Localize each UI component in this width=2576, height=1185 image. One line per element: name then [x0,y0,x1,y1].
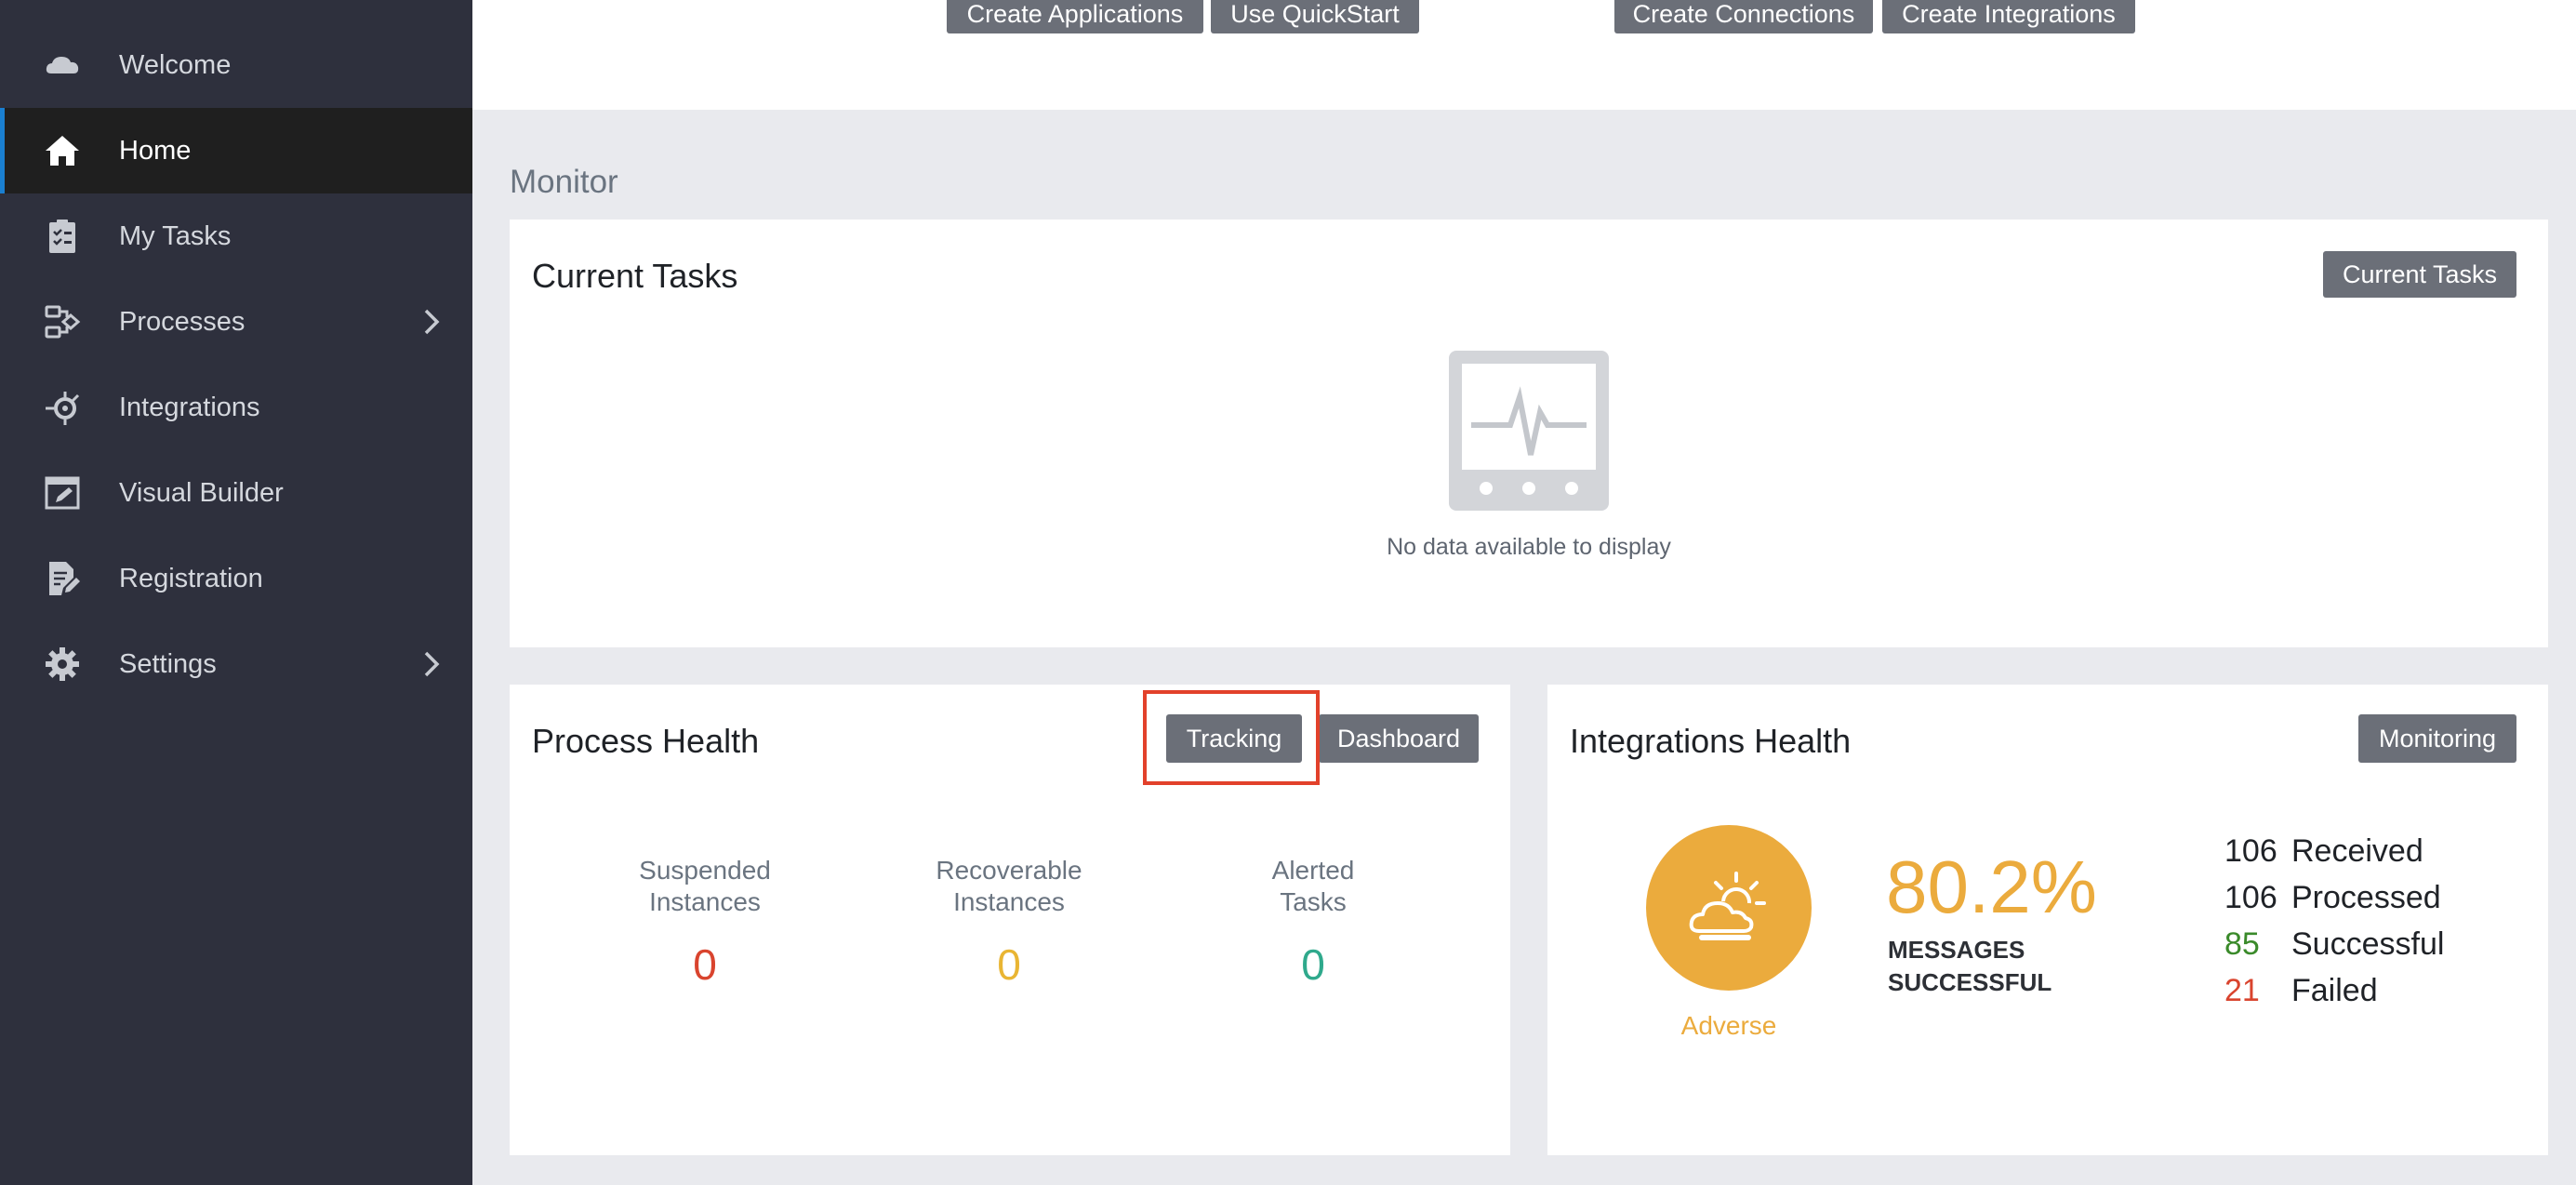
stat-value: 21 [2224,973,2260,1008]
current-tasks-button[interactable]: Current Tasks [2323,251,2516,298]
metric-label-line: Instances [953,887,1065,916]
sidebar-item-my-tasks[interactable]: My Tasks [0,193,472,279]
metric-label-line: Alerted [1271,856,1355,885]
home-icon [41,129,84,172]
sidebar-item-welcome[interactable]: Welcome [0,22,472,108]
suspended-instances-label: Suspended Instances [584,855,826,918]
process-health-title: Process Health [532,722,760,760]
sidebar-item-label: Home [119,135,192,166]
stat-label: Successful [2291,926,2445,962]
stat-label: Processed [2291,880,2441,915]
sidebar-item-label: Welcome [119,49,232,80]
sidebar-item-settings[interactable]: Settings [0,621,472,707]
registration-icon [41,557,84,600]
partly-cloudy-icon [1689,872,1766,940]
quick-actions-bar [472,0,2576,110]
sidebar-item-registration[interactable]: Registration [0,536,472,621]
monitor-empty-icon [1449,351,1609,511]
success-percentage: 80.2% [1886,845,2097,928]
health-status-circle [1646,825,1812,991]
alerted-tasks-label: Alerted Tasks [1192,855,1434,918]
sidebar-item-label: My Tasks [119,220,232,251]
health-status-label: Adverse [1680,1011,1777,1040]
sidebar-item-label: Settings [119,648,217,679]
monitoring-button[interactable]: Monitoring [2358,714,2516,763]
create-connections-button[interactable]: Create Connections [1614,0,1873,33]
stat-value: 106 [2224,880,2277,915]
chevron-right-icon [424,309,440,335]
stat-processed[interactable]: 106 Processed [2224,880,2441,916]
sidebar-item-home[interactable]: Home [0,108,472,193]
sidebar-item-integrations[interactable]: Integrations [0,365,472,450]
integrations-health-title: Integrations Health [1570,722,1852,760]
sidebar: Welcome Home My Tasks Processes Integrat… [0,0,472,1185]
stat-value: 85 [2224,926,2260,962]
stat-received[interactable]: 106 Received [2224,833,2423,870]
metric-label-line: Instances [649,887,761,916]
alerted-tasks-value[interactable]: 0 [1192,939,1434,990]
pct-label-line: SUCCESSFUL [1888,968,2052,996]
sidebar-item-label: Registration [119,563,263,593]
sidebar-item-label: Visual Builder [119,477,284,508]
sidebar-item-label: Processes [119,306,246,337]
create-integrations-button[interactable]: Create Integrations [1882,0,2135,33]
stat-successful[interactable]: 85 Successful [2224,926,2444,963]
integrations-icon [41,386,84,429]
visual-builder-icon [41,472,84,514]
chevron-right-icon [424,651,440,677]
stat-label: Failed [2291,973,2378,1008]
suspended-instances-value[interactable]: 0 [584,939,826,990]
success-percentage-label: MESSAGES SUCCESSFUL [1888,934,2092,999]
settings-icon [41,643,84,686]
current-tasks-title: Current Tasks [532,257,738,295]
tasks-icon [41,215,84,258]
metric-label-line: Suspended [639,856,771,885]
create-applications-button[interactable]: Create Applications [947,0,1203,33]
stat-failed[interactable]: 21 Failed [2224,973,2378,1009]
metric-label-line: Recoverable [936,856,1082,885]
stat-label: Received [2291,833,2423,869]
tracking-button[interactable]: Tracking [1166,714,1302,763]
empty-state-text: No data available to display [1387,534,1671,560]
recoverable-instances-value[interactable]: 0 [888,939,1130,990]
metric-label-line: Tasks [1280,887,1347,916]
section-title-monitor: Monitor [510,164,618,200]
pct-label-line: MESSAGES [1888,936,2025,964]
sidebar-item-processes[interactable]: Processes [0,279,472,365]
cloud-icon [41,44,84,87]
stat-value: 106 [2224,833,2277,869]
sidebar-item-visual-builder[interactable]: Visual Builder [0,450,472,536]
use-quickstart-button[interactable]: Use QuickStart [1211,0,1419,33]
processes-icon [41,300,84,343]
recoverable-instances-label: Recoverable Instances [888,855,1130,918]
dashboard-button[interactable]: Dashboard [1319,714,1479,763]
sidebar-item-label: Integrations [119,392,260,422]
